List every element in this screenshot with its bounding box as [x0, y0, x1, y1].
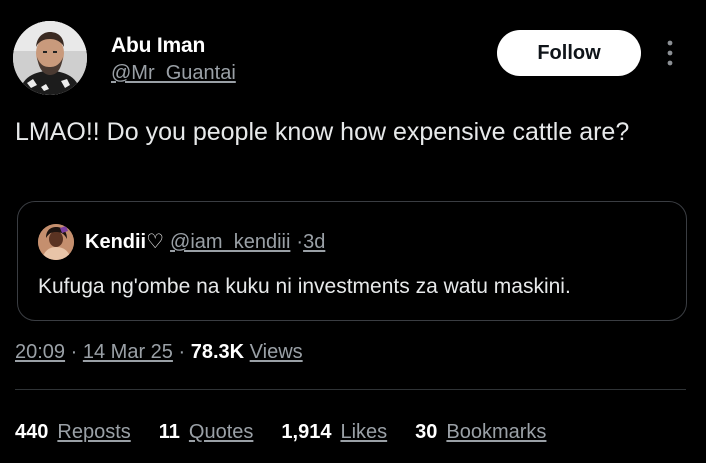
meta-separator-1: ·: [70, 341, 78, 363]
author-info: Abu Iman @Mr_Guantai: [111, 34, 236, 85]
tweet-date[interactable]: 14 Mar 25: [83, 341, 173, 363]
tweet-detail: Abu Iman @Mr_Guantai Follow LMAO!! Do yo…: [0, 0, 706, 463]
tweet-text: LMAO!! Do you people know how expensive …: [15, 118, 630, 146]
quotes-count: 11: [158, 421, 180, 443]
bookmarks-count: 30: [415, 421, 438, 443]
follow-button[interactable]: Follow: [497, 30, 641, 76]
reposts-label: Reposts: [57, 421, 131, 443]
likes-count: 1,914: [281, 421, 332, 443]
author-handle[interactable]: @Mr_Guantai: [111, 61, 236, 85]
views-label[interactable]: Views: [250, 341, 303, 363]
author-avatar[interactable]: [13, 21, 87, 95]
tweet-meta: 20:09 · 14 Mar 25 · 78.3K Views: [15, 338, 303, 366]
quoted-author-avatar[interactable]: [38, 224, 74, 260]
author-avatar-image: [13, 21, 87, 95]
author-display-name[interactable]: Abu Iman: [111, 34, 236, 58]
bookmarks-stat[interactable]: 30 Bookmarks: [415, 418, 546, 446]
likes-label: Likes: [340, 421, 388, 443]
engagement-stats: 440 Reposts 11 Quotes 1,914 Likes 30 Bookmar…: [15, 418, 574, 446]
quotes-label: Quotes: [188, 421, 254, 443]
tweet-time[interactable]: 20:09: [15, 341, 65, 363]
more-vertical-icon[interactable]: [660, 36, 680, 70]
quoted-header: Kendii♡ @iam_kendiii ·3d: [85, 229, 325, 255]
quoted-handle[interactable]: @iam_kendiii: [170, 231, 290, 253]
quotes-stat[interactable]: 11 Quotes: [159, 418, 254, 446]
likes-stat[interactable]: 1,914 Likes: [281, 418, 387, 446]
quoted-avatar-image: [38, 224, 74, 260]
quoted-text: Kufuga ng'ombe na kuku ni investments za…: [38, 275, 571, 298]
quoted-tweet[interactable]: Kendii♡ @iam_kendiii ·3d Kufuga ng'ombe na…: [17, 201, 687, 321]
meta-separator-2: ·: [178, 341, 186, 363]
bookmarks-label: Bookmarks: [446, 421, 547, 443]
quoted-time[interactable]: 3d: [303, 231, 325, 253]
views-count: 78.3K: [190, 341, 245, 363]
reposts-count: 440: [15, 421, 49, 443]
quoted-display-name[interactable]: Kendii♡: [85, 231, 164, 253]
divider: [15, 389, 686, 390]
reposts-stat[interactable]: 440 Reposts: [15, 418, 131, 446]
